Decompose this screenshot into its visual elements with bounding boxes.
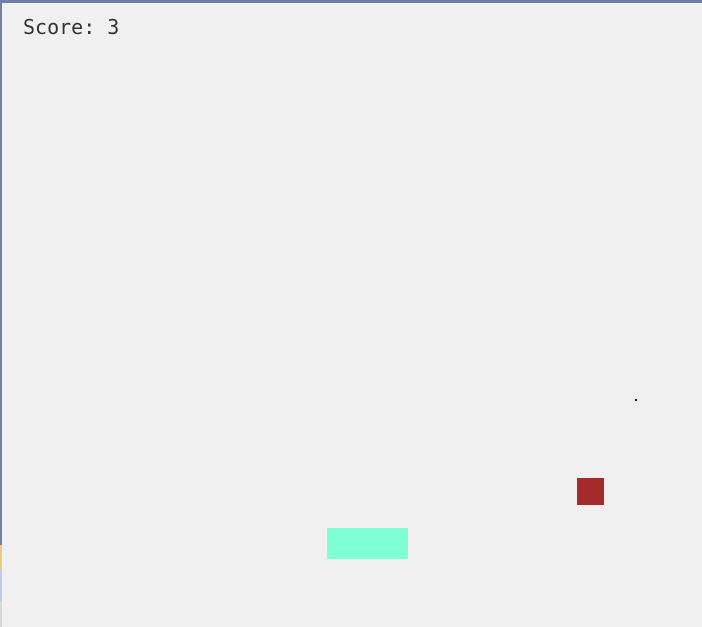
score-display: Score: 3 — [23, 15, 120, 39]
left-edge-strip — [0, 602, 2, 627]
window-left-border — [0, 0, 2, 545]
left-edge-strip — [0, 545, 2, 570]
player-paddle-icon[interactable] — [327, 528, 408, 559]
game-window[interactable]: Score: 3 — [0, 0, 702, 627]
left-edge-strip — [0, 570, 2, 602]
window-top-border — [0, 0, 702, 3]
falling-block-icon — [577, 478, 604, 505]
ball-dot-icon — [635, 399, 637, 401]
